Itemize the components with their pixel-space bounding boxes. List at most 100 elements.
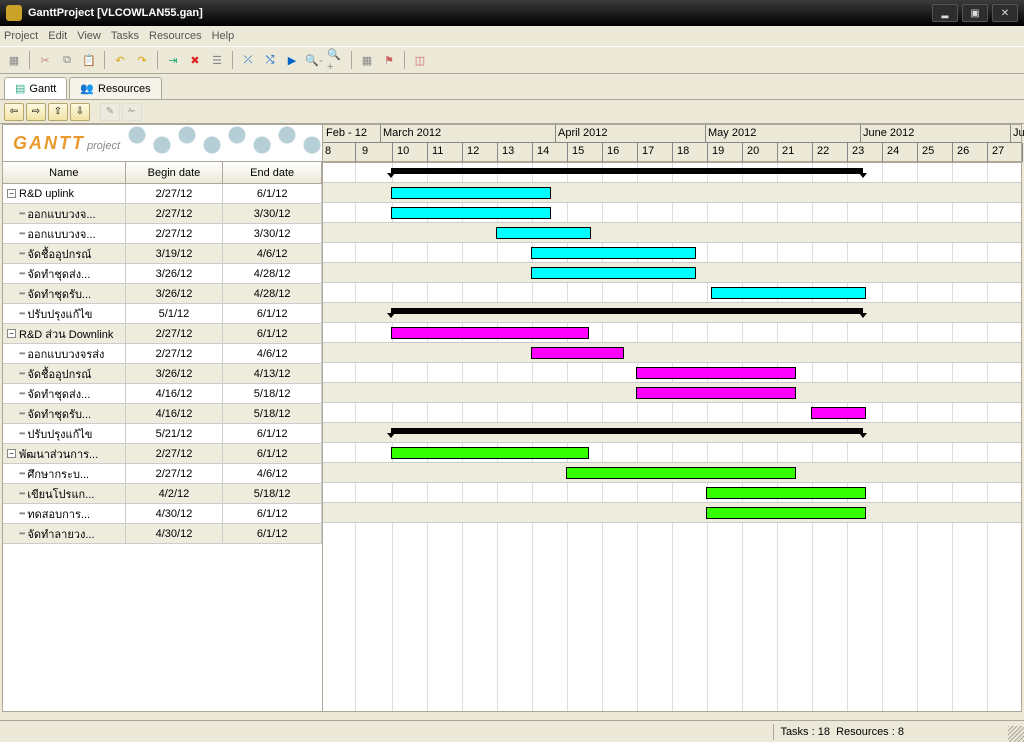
table-row[interactable]: •••ออกแบบวงจรส่ง2/27/124/6/12 — [3, 344, 322, 364]
indent-icon[interactable]: ⇥ — [163, 50, 183, 70]
menu-project[interactable]: Project — [4, 30, 38, 42]
leaf-icon: ••• — [19, 249, 24, 258]
week-label: 25 — [922, 145, 934, 157]
redo-icon[interactable]: ↷ — [132, 50, 152, 70]
week-label: 15 — [572, 145, 584, 157]
cut-icon[interactable]: ✂ — [35, 50, 55, 70]
month-label: July — [1013, 127, 1024, 139]
zoom-in-icon[interactable]: 🔍+ — [326, 50, 346, 70]
task-bar[interactable] — [566, 467, 796, 479]
task-bar[interactable] — [636, 367, 796, 379]
task-name: ทดสอบการ... — [27, 505, 90, 523]
table-row[interactable]: •••ทดสอบการ...4/30/126/1/12 — [3, 504, 322, 524]
table-row[interactable]: •••จัดทำลายวง...4/30/126/1/12 — [3, 524, 322, 544]
table-row[interactable]: •••ออกแบบวงจ...2/27/123/30/12 — [3, 224, 322, 244]
tab-resources[interactable]: 👥 Resources — [69, 77, 161, 99]
week-label: 26 — [957, 145, 969, 157]
minimize-button[interactable] — [932, 4, 958, 22]
expand-icon[interactable]: − — [7, 329, 16, 338]
resize-grip-icon[interactable] — [1008, 726, 1024, 742]
col-name[interactable]: Name — [3, 162, 126, 183]
menu-edit[interactable]: Edit — [48, 30, 67, 42]
paste-icon[interactable]: 📋 — [79, 50, 99, 70]
task-name: ปรับปรุงแก้ไข — [27, 425, 92, 443]
task-end: 4/6/12 — [223, 344, 322, 363]
task-begin: 3/26/12 — [126, 284, 224, 303]
zoom-out-icon[interactable]: 🔍- — [304, 50, 324, 70]
table-row[interactable]: •••ศึกษากระบ...2/27/124/6/12 — [3, 464, 322, 484]
nav-tool2-icon: ✁ — [122, 103, 142, 121]
maximize-button[interactable] — [962, 4, 988, 22]
col-begin[interactable]: Begin date — [126, 162, 224, 183]
menu-view[interactable]: View — [77, 30, 101, 42]
task-bar[interactable] — [391, 447, 589, 459]
task-name: ปรับปรุงแก้ไข — [27, 305, 92, 323]
table-row[interactable]: •••จัดชื้ออุปกรณ์3/19/124/6/12 — [3, 244, 322, 264]
menubar: Project Edit View Tasks Resources Help — [0, 26, 1024, 46]
close-button[interactable] — [992, 4, 1018, 22]
menu-help[interactable]: Help — [212, 30, 235, 42]
expand-icon[interactable]: − — [7, 449, 16, 458]
task-end: 4/6/12 — [223, 244, 322, 263]
delete-icon[interactable]: ✖ — [185, 50, 205, 70]
task-bar[interactable] — [531, 267, 696, 279]
nav-down-icon[interactable]: ⇩ — [70, 103, 90, 121]
leaf-icon: ••• — [19, 209, 24, 218]
unlink-icon[interactable]: ⤫ — [238, 50, 258, 70]
task-bar[interactable] — [391, 187, 551, 199]
summary-bar[interactable] — [391, 428, 863, 434]
task-bar[interactable] — [531, 247, 696, 259]
table-row[interactable]: −R&D ส่วน Downlink2/27/126/1/12 — [3, 324, 322, 344]
task-bar[interactable] — [636, 387, 796, 399]
table-row[interactable]: •••ออกแบบวงจ...2/27/123/30/12 — [3, 204, 322, 224]
link-icon[interactable]: ⤭ — [260, 50, 280, 70]
chart-row — [323, 503, 1021, 523]
task-bar[interactable] — [391, 207, 551, 219]
save-icon[interactable]: ▦ — [4, 50, 24, 70]
table-row[interactable]: •••จัดทำชุดส่ง...4/16/125/18/12 — [3, 384, 322, 404]
table-row[interactable]: •••จัดทำชุดรับ...3/26/124/28/12 — [3, 284, 322, 304]
task-end: 4/28/12 — [223, 284, 322, 303]
gantt-chart-area[interactable] — [323, 163, 1021, 711]
task-bar[interactable] — [711, 287, 866, 299]
copy-icon[interactable]: ⧉ — [57, 50, 77, 70]
table-row[interactable]: •••เขียนโปรแก...4/2/125/18/12 — [3, 484, 322, 504]
task-end: 6/1/12 — [223, 324, 322, 343]
task-begin: 4/30/12 — [126, 504, 224, 523]
task-bar[interactable] — [496, 227, 591, 239]
show-critical-icon[interactable]: ▦ — [357, 50, 377, 70]
expand-icon[interactable]: − — [7, 189, 16, 198]
table-row[interactable]: −พัฒนาส่วนการ...2/27/126/1/12 — [3, 444, 322, 464]
table-row[interactable]: −R&D uplink2/27/126/1/12 — [3, 184, 322, 204]
table-row[interactable]: •••จัดชื้ออุปกรณ์3/26/124/13/12 — [3, 364, 322, 384]
nav-left-icon[interactable]: ⇦ — [4, 103, 24, 121]
table-row[interactable]: •••จัดทำชุดส่ง...3/26/124/28/12 — [3, 264, 322, 284]
task-bar[interactable] — [706, 507, 866, 519]
leaf-icon: ••• — [19, 529, 24, 538]
goto-icon[interactable]: ▶ — [282, 50, 302, 70]
task-begin: 2/27/12 — [126, 444, 224, 463]
summary-bar[interactable] — [391, 308, 863, 314]
col-end[interactable]: End date — [223, 162, 322, 183]
tab-gantt[interactable]: ▤ Gantt — [4, 77, 67, 99]
show-hide-icon[interactable]: ◫ — [410, 50, 430, 70]
nav-right-icon[interactable]: ⇨ — [26, 103, 46, 121]
table-row[interactable]: •••ปรับปรุงแก้ไข5/21/126/1/12 — [3, 424, 322, 444]
nav-up-icon[interactable]: ⇧ — [48, 103, 68, 121]
task-bar[interactable] — [391, 327, 589, 339]
task-bar[interactable] — [811, 407, 866, 419]
summary-bar[interactable] — [391, 168, 863, 174]
status-res-label: Resources : — [836, 726, 895, 738]
menu-tasks[interactable]: Tasks — [111, 30, 139, 42]
table-row[interactable]: •••จัดทำชุดรับ...4/16/125/18/12 — [3, 404, 322, 424]
menu-resources[interactable]: Resources — [149, 30, 202, 42]
task-end: 5/18/12 — [223, 404, 322, 423]
toolbar: ▦ ✂ ⧉ 📋 ↶ ↷ ⇥ ✖ ☰ ⤫ ⤭ ▶ 🔍- 🔍+ ▦ ⚑ ◫ — [0, 46, 1024, 74]
task-bar[interactable] — [706, 487, 866, 499]
task-bar[interactable] — [531, 347, 624, 359]
properties-icon[interactable]: ☰ — [207, 50, 227, 70]
undo-icon[interactable]: ↶ — [110, 50, 130, 70]
table-row[interactable]: •••ปรับปรุงแก้ไข5/1/126/1/12 — [3, 304, 322, 324]
baseline-icon[interactable]: ⚑ — [379, 50, 399, 70]
window-title: GanttProject [VLCOWLAN55.gan] — [28, 7, 928, 19]
